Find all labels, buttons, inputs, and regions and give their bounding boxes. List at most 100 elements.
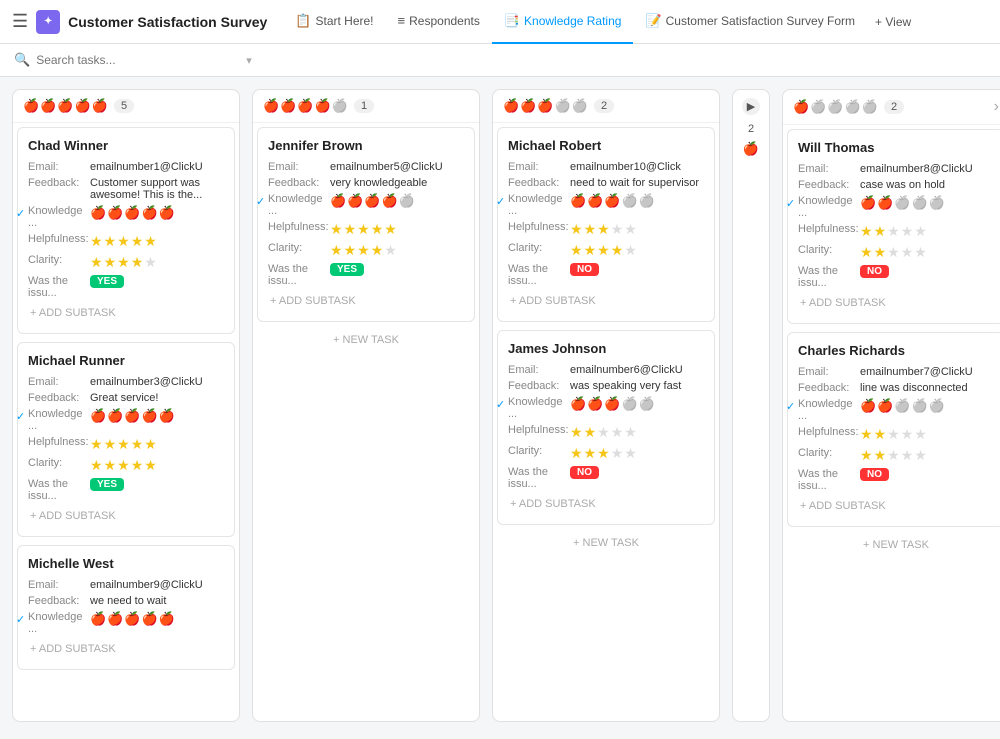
- check-icon: ✓: [496, 398, 505, 411]
- kanban-column: 🍎🍎🍎🍎🍎 1 Jennifer Brown Email: emailnumbe…: [252, 89, 480, 722]
- card-field-helpfulness: Helpfulness: ★★★★★: [28, 233, 224, 250]
- add-subtask-button[interactable]: + ADD SUBTASK: [28, 303, 224, 323]
- column-count-badge: 1: [354, 99, 374, 113]
- header: ☰ ✦ Customer Satisfaction Survey 📋 Start…: [0, 0, 1000, 44]
- add-subtask-button[interactable]: + ADD SUBTASK: [28, 639, 224, 659]
- task-card: Will Thomas Email: emailnumber8@ClickU F…: [787, 129, 1000, 324]
- column-header: 🍎🍎🍎🍎🍎 1: [253, 90, 479, 123]
- card-field-helpfulness: Helpfulness: ★★★★★: [798, 223, 994, 240]
- column-count: 2: [748, 123, 754, 135]
- kanban-column: 🍎🍎🍎🍎🍎 2 › Will Thomas Email: emailnumber…: [782, 89, 1000, 722]
- tab-knowledge-icon: 📑: [504, 13, 520, 29]
- check-icon: ✓: [496, 195, 505, 208]
- tab-survey-form[interactable]: 📝 Customer Satisfaction Survey Form: [633, 0, 867, 44]
- task-card: Chad Winner Email: emailnumber1@ClickU F…: [17, 127, 235, 334]
- check-icon: ✓: [16, 207, 25, 220]
- column-header: 🍎🍎🍎🍎🍎 2 ›: [783, 90, 1000, 125]
- search-input[interactable]: [36, 53, 236, 67]
- new-task-button[interactable]: + NEW TASK: [257, 330, 475, 350]
- task-card: James Johnson Email: emailnumber6@ClickU…: [497, 330, 715, 525]
- issue-badge: NO: [860, 265, 889, 278]
- tab-respondents[interactable]: ≡ Respondents: [386, 0, 492, 44]
- nav-tabs: 📋 Start Here! ≡ Respondents 📑 Knowledge …: [283, 0, 919, 44]
- card-field-issue: Was the issu... YES: [268, 263, 464, 287]
- card-name: Charles Richards: [798, 343, 994, 358]
- tab-knowledge-rating[interactable]: 📑 Knowledge Rating: [492, 0, 634, 44]
- card-field-feedback: Feedback: we need to wait: [28, 595, 224, 607]
- task-card: Michelle West Email: emailnumber9@ClickU…: [17, 545, 235, 670]
- card-field-clarity: Clarity: ★★★★★: [508, 445, 704, 462]
- column-count-badge: 2: [594, 99, 614, 113]
- add-subtask-button[interactable]: + ADD SUBTASK: [268, 291, 464, 311]
- card-field-helpfulness: Helpfulness: ★★★★★: [268, 221, 464, 238]
- column-collapsed[interactable]: ▶ 2 🍎: [732, 89, 770, 722]
- card-field-clarity: Clarity: ★★★★★: [798, 244, 994, 261]
- tab-survey-icon: 📝: [645, 13, 661, 29]
- kanban-column: 🍎🍎🍎🍎🍎 2 Michael Robert Email: emailnumbe…: [492, 89, 720, 722]
- task-card: Jennifer Brown Email: emailnumber5@Click…: [257, 127, 475, 322]
- card-name: Jennifer Brown: [268, 138, 464, 153]
- card-field-clarity: Clarity: ★★★★★: [798, 447, 994, 464]
- card-field-email: Email: emailnumber3@ClickU: [28, 376, 224, 388]
- card-field-feedback: Feedback: Great service!: [28, 392, 224, 404]
- new-task-button[interactable]: + NEW TASK: [787, 535, 1000, 555]
- card-field-knowledge: ✓ Knowledge ... 🍎🍎🍎🍎🍎: [28, 205, 224, 229]
- column-count-badge: 5: [114, 99, 134, 113]
- column-content: Will Thomas Email: emailnumber8@ClickU F…: [783, 125, 1000, 721]
- column-content: Chad Winner Email: emailnumber1@ClickU F…: [13, 123, 239, 721]
- task-card: Michael Robert Email: emailnumber10@Clic…: [497, 127, 715, 322]
- new-task-button[interactable]: + NEW TASK: [497, 533, 715, 553]
- menu-icon[interactable]: ☰: [12, 11, 28, 32]
- tab-start-here-icon: 📋: [295, 13, 311, 29]
- card-field-email: Email: emailnumber10@Click: [508, 161, 704, 173]
- card-field-email: Email: emailnumber9@ClickU: [28, 579, 224, 591]
- card-field-email: Email: emailnumber6@ClickU: [508, 364, 704, 376]
- add-subtask-button[interactable]: + ADD SUBTASK: [798, 496, 994, 516]
- card-field-clarity: Clarity: ★★★★★: [28, 457, 224, 474]
- card-field-clarity: Clarity: ★★★★★: [508, 242, 704, 259]
- check-icon: ✓: [16, 410, 25, 423]
- card-name: James Johnson: [508, 341, 704, 356]
- kanban-column: 🍎🍎🍎🍎🍎 5 Chad Winner Email: emailnumber1@…: [12, 89, 240, 722]
- search-chevron-icon[interactable]: ▾: [246, 54, 252, 67]
- card-field-knowledge: ✓ Knowledge ... 🍎🍎🍎🍎🍎: [28, 408, 224, 432]
- add-subtask-button[interactable]: + ADD SUBTASK: [798, 293, 994, 313]
- task-card: Michael Runner Email: emailnumber3@Click…: [17, 342, 235, 537]
- column-content: Jennifer Brown Email: emailnumber5@Click…: [253, 123, 479, 721]
- add-subtask-button[interactable]: + ADD SUBTASK: [28, 506, 224, 526]
- card-field-feedback: Feedback: was speaking very fast: [508, 380, 704, 392]
- column-apples: 🍎🍎🍎🍎🍎: [23, 98, 108, 114]
- add-subtask-button[interactable]: + ADD SUBTASK: [508, 494, 704, 514]
- card-name: Michael Runner: [28, 353, 224, 368]
- issue-badge: NO: [570, 466, 599, 479]
- add-subtask-button[interactable]: + ADD SUBTASK: [508, 291, 704, 311]
- card-field-issue: Was the issu... YES: [28, 478, 224, 502]
- card-field-knowledge: ✓ Knowledge ... 🍎🍎🍎🍎🍎: [28, 611, 224, 635]
- card-field-knowledge: ✓ Knowledge ... 🍎🍎🍎🍎🍎: [268, 193, 464, 217]
- card-field-issue: Was the issu... NO: [798, 265, 994, 289]
- search-icon: 🔍: [14, 52, 30, 68]
- card-field-clarity: Clarity: ★★★★★: [268, 242, 464, 259]
- task-card: Charles Richards Email: emailnumber7@Cli…: [787, 332, 1000, 527]
- card-field-email: Email: emailnumber8@ClickU: [798, 163, 994, 175]
- tab-start-here[interactable]: 📋 Start Here!: [283, 0, 385, 44]
- issue-badge: YES: [90, 275, 124, 288]
- tab-add-view[interactable]: + View: [867, 0, 919, 44]
- card-field-email: Email: emailnumber1@ClickU: [28, 161, 224, 173]
- card-field-issue: Was the issu... NO: [798, 468, 994, 492]
- column-apples: 🍎🍎🍎🍎🍎: [503, 98, 588, 114]
- check-icon: ✓: [256, 195, 265, 208]
- card-field-knowledge: ✓ Knowledge ... 🍎🍎🍎🍎🍎: [798, 195, 994, 219]
- column-content: Michael Robert Email: emailnumber10@Clic…: [493, 123, 719, 721]
- issue-badge: NO: [860, 468, 889, 481]
- card-field-feedback: Feedback: very knowledgeable: [268, 177, 464, 189]
- card-field-feedback: Feedback: need to wait for supervisor: [508, 177, 704, 189]
- column-header: 🍎🍎🍎🍎🍎 2: [493, 90, 719, 123]
- app-logo: ✦: [36, 10, 60, 34]
- card-name: Chad Winner: [28, 138, 224, 153]
- column-expand-icon[interactable]: ›: [994, 98, 999, 116]
- card-field-helpfulness: Helpfulness: ★★★★★: [508, 221, 704, 238]
- kanban-board: 🍎🍎🍎🍎🍎 5 Chad Winner Email: emailnumber1@…: [0, 77, 1000, 734]
- card-field-knowledge: ✓ Knowledge ... 🍎🍎🍎🍎🍎: [508, 396, 704, 420]
- tab-respondents-icon: ≡: [398, 13, 406, 28]
